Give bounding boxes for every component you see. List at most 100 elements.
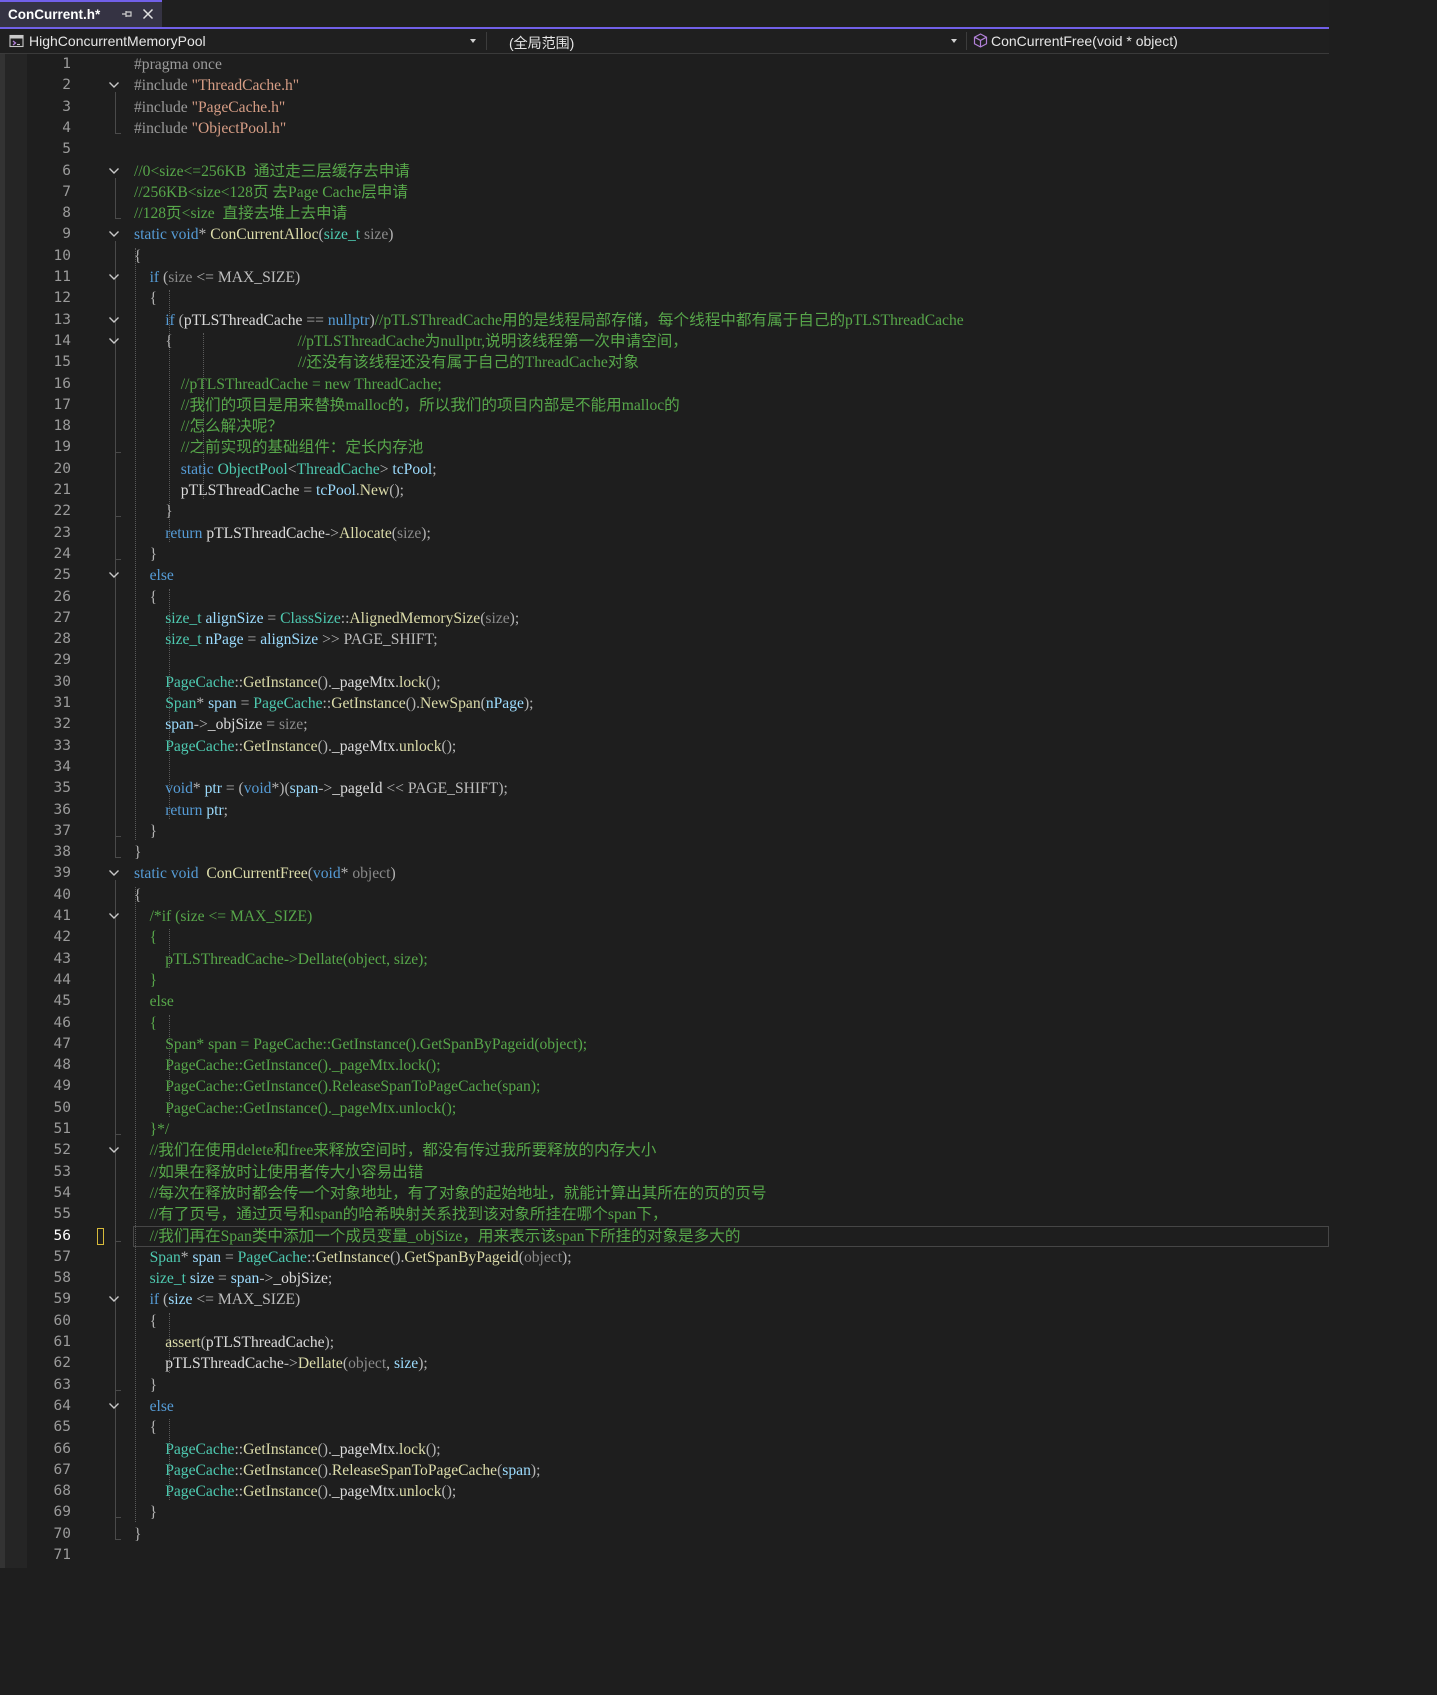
code-line[interactable]: 50 PageCache::GetInstance()._pageMtx.unl… <box>0 1098 1329 1119</box>
code-line[interactable]: 52 //我们在使用delete和free来释放空间时，都没有传过我所要释放的内… <box>0 1140 1329 1161</box>
code-line[interactable]: 7 //256KB<size<128页 去Page Cache层申请 <box>0 182 1329 203</box>
code-line[interactable]: 11 if (size <= MAX_SIZE) <box>0 267 1329 288</box>
close-icon[interactable] <box>142 8 154 20</box>
code-text: //我们再在Span类中添加一个成员变量_objSize，用来表示该span下所… <box>134 1226 741 1247</box>
code-line[interactable]: 41 /*if (size <= MAX_SIZE) <box>0 906 1329 927</box>
fold-chevron-icon[interactable] <box>108 166 120 176</box>
code-text: //我们的项目是用来替换malloc的，所以我们的项目内部是不能用malloc的 <box>134 395 680 416</box>
code-line[interactable]: 44 } <box>0 970 1329 991</box>
code-editor[interactable]: 1 #pragma once 2 #include "ThreadCache.h" 3 #… <box>0 54 1329 1568</box>
code-line[interactable]: 53 //如果在释放时让使用者传大小容易出错 <box>0 1162 1329 1183</box>
code-line[interactable]: 16 //pTLSThreadCache = new ThreadCache; <box>0 374 1329 395</box>
code-line[interactable]: 45 else <box>0 991 1329 1012</box>
fold-chevron-icon[interactable] <box>108 868 120 878</box>
code-text: //我们在使用delete和free来释放空间时，都没有传过我所要释放的内存大小 <box>134 1140 657 1161</box>
pin-icon[interactable] <box>121 8 133 20</box>
code-line[interactable]: 47 Span* span = PageCache::GetInstance()… <box>0 1034 1329 1055</box>
code-line[interactable]: 39 static void ConCurrentFree(void* objec… <box>0 863 1329 884</box>
code-line[interactable]: 49 PageCache::GetInstance().ReleaseSpanT… <box>0 1076 1329 1097</box>
project-dropdown[interactable]: HighConcurrentMemoryPool <box>6 30 484 52</box>
code-line[interactable]: 25 else <box>0 565 1329 586</box>
code-line[interactable]: 36 return ptr; <box>0 800 1329 821</box>
code-line[interactable]: 24 } <box>0 544 1329 565</box>
code-line[interactable]: 21 pTLSThreadCache = tcPool.New(); <box>0 480 1329 501</box>
code-line[interactable]: 31 Span* span = PageCache::GetInstance()… <box>0 693 1329 714</box>
code-line[interactable]: 42 { <box>0 927 1329 948</box>
fold-chevron-icon[interactable] <box>108 229 120 239</box>
code-line[interactable]: 48 PageCache::GetInstance()._pageMtx.loc… <box>0 1055 1329 1076</box>
code-token: if <box>149 1291 164 1309</box>
code-line[interactable]: 2 #include "ThreadCache.h" <box>0 75 1329 96</box>
code-line[interactable]: 60 { <box>0 1311 1329 1332</box>
code-line[interactable]: 4 #include "ObjectPool.h" <box>0 118 1329 139</box>
code-line[interactable]: 30 PageCache::GetInstance()._pageMtx.loc… <box>0 672 1329 693</box>
fold-chevron-icon[interactable] <box>108 1145 120 1155</box>
code-line[interactable]: 66 PageCache::GetInstance()._pageMtx.loc… <box>0 1439 1329 1460</box>
code-line[interactable]: 43 pTLSThreadCache->Dellate(object, size… <box>0 949 1329 970</box>
tab-concurrent-h[interactable]: ConCurrent.h* <box>0 0 162 27</box>
code-line[interactable]: 40 { <box>0 885 1329 906</box>
code-line[interactable]: 61 assert(pTLSThreadCache); <box>0 1332 1329 1353</box>
code-line[interactable]: 6 //0<size<=256KB 通过走三层缓存去申请 <box>0 161 1329 182</box>
code-line[interactable]: 9 static void* ConCurrentAlloc(size_t siz… <box>0 224 1329 245</box>
code-line[interactable]: 35 void* ptr = (void*)(span->_pageId << … <box>0 778 1329 799</box>
code-line[interactable]: 64 else <box>0 1396 1329 1417</box>
code-line[interactable]: 55 //有了页号，通过页号和span的哈希映射关系找到该对象所挂在哪个span… <box>0 1204 1329 1225</box>
code-line[interactable]: 69 } <box>0 1502 1329 1523</box>
code-line[interactable]: 22 } <box>0 501 1329 522</box>
scope-dropdown[interactable]: (全局范围) <box>490 30 964 52</box>
code-line[interactable]: 58 size_t size = span->_objSize; <box>0 1268 1329 1289</box>
fold-chevron-icon[interactable] <box>108 570 120 580</box>
code-line[interactable]: 5 <box>0 139 1329 160</box>
code-line[interactable]: 46 { <box>0 1013 1329 1034</box>
code-line[interactable]: 68 PageCache::GetInstance()._pageMtx.unl… <box>0 1481 1329 1502</box>
code-line[interactable]: 67 PageCache::GetInstance().ReleaseSpanT… <box>0 1460 1329 1481</box>
code-line[interactable]: 33 PageCache::GetInstance()._pageMtx.unl… <box>0 736 1329 757</box>
code-line[interactable]: 62 pTLSThreadCache->Dellate(object, size… <box>0 1353 1329 1374</box>
code-line[interactable]: 1 #pragma once <box>0 54 1329 75</box>
code-line[interactable]: 15 //还没有该线程还没有属于自己的ThreadCache对象 <box>0 352 1329 373</box>
code-token: ); <box>418 1355 428 1373</box>
code-line[interactable]: 12 { <box>0 288 1329 309</box>
code-line[interactable]: 23 return pTLSThreadCache->Allocate(size… <box>0 523 1329 544</box>
code-token: >> <box>322 631 344 649</box>
code-line[interactable]: 3 #include "PageCache.h" <box>0 97 1329 118</box>
code-line[interactable]: 56 //我们再在Span类中添加一个成员变量_objSize，用来表示该spa… <box>0 1226 1329 1247</box>
code-line[interactable]: 51 }*/ <box>0 1119 1329 1140</box>
code-line[interactable]: 65 { <box>0 1417 1329 1438</box>
code-line[interactable]: 38} <box>0 842 1329 863</box>
code-line[interactable]: 71 <box>0 1545 1329 1566</box>
fold-chevron-icon[interactable] <box>108 911 120 921</box>
code-line[interactable]: 34 <box>0 757 1329 778</box>
code-line[interactable]: 37 } <box>0 821 1329 842</box>
code-line[interactable]: 26 { <box>0 587 1329 608</box>
code-line[interactable]: 17 //我们的项目是用来替换malloc的，所以我们的项目内部是不能用mall… <box>0 395 1329 416</box>
fold-chevron-icon[interactable] <box>108 336 120 346</box>
code-line[interactable]: 70} <box>0 1524 1329 1545</box>
code-line[interactable]: 59 if (size <= MAX_SIZE) <box>0 1289 1329 1310</box>
code-token: GetSpanByPageid <box>404 1248 519 1266</box>
fold-chevron-icon[interactable] <box>108 80 120 90</box>
code-line[interactable]: 63 } <box>0 1375 1329 1396</box>
code-line[interactable]: 28 size_t nPage = alignSize >> PAGE_SHIF… <box>0 629 1329 650</box>
code-line[interactable]: 14 { //pTLSThreadCache为nullptr,说明该线程第一次申… <box>0 331 1329 352</box>
fold-chevron-icon[interactable] <box>108 1401 120 1411</box>
code-line[interactable]: 57 Span* span = PageCache::GetInstance()… <box>0 1247 1329 1268</box>
code-line[interactable]: 27 size_t alignSize = ClassSize::Aligned… <box>0 608 1329 629</box>
code-line[interactable]: 8 //128页<size 直接去堆上去申请 <box>0 203 1329 224</box>
member-dropdown[interactable]: ConCurrentFree(void * object) <box>970 30 1329 52</box>
code-line[interactable]: 10 { <box>0 246 1329 267</box>
code-line[interactable]: 29 <box>0 650 1329 671</box>
fold-chevron-icon[interactable] <box>108 315 120 325</box>
code-line[interactable]: 19 //之前实现的基础组件：定长内存池 <box>0 437 1329 458</box>
fold-chevron-icon[interactable] <box>108 1294 120 1304</box>
code-line[interactable]: 20 static ObjectPool<ThreadCache> tcPool… <box>0 459 1329 480</box>
code-line[interactable]: 18 //怎么解决呢？ <box>0 416 1329 437</box>
fold-chevron-icon[interactable] <box>108 272 120 282</box>
code-line[interactable]: 54 //每次在释放时都会传一个对象地址，有了对象的起始地址，就能计算出其所在的… <box>0 1183 1329 1204</box>
code-token: unlock <box>399 737 442 755</box>
code-line[interactable]: 32 span->_objSize = size; <box>0 714 1329 735</box>
code-line[interactable]: 13 if (pTLSThreadCache == nullptr)//pTLS… <box>0 310 1329 331</box>
